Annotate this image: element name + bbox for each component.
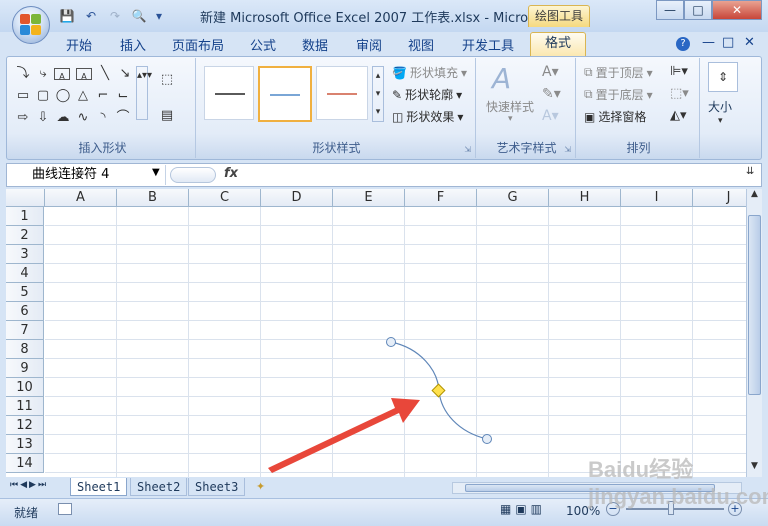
sheet-tab-2[interactable]: Sheet2 — [130, 478, 188, 496]
connector-adjust-handle[interactable] — [431, 383, 446, 398]
zoom-level[interactable]: 100% — [566, 504, 600, 518]
connector-end-handle[interactable] — [482, 434, 492, 444]
sheet-tab-bar: ⏮◀▶⏭ Sheet1 Sheet2 Sheet3 ✦ — [6, 478, 762, 498]
macro-record-icon[interactable] — [58, 503, 72, 515]
horizontal-scrollbar[interactable] — [452, 482, 742, 494]
status-bar: 就绪 ▦▣▥ 100% − + — [0, 498, 768, 526]
zoom-slider-thumb[interactable] — [668, 501, 674, 515]
office-logo-icon — [20, 14, 42, 36]
h-scroll-thumb[interactable] — [465, 484, 715, 492]
view-buttons-icon[interactable]: ▦▣▥ — [500, 502, 546, 516]
sheet-tab-1[interactable]: Sheet1 — [70, 478, 128, 496]
insert-sheet-icon[interactable]: ✦ — [256, 480, 265, 493]
zoom-out-icon[interactable]: − — [606, 502, 620, 516]
sheet-tab-3[interactable]: Sheet3 — [188, 478, 246, 496]
office-button[interactable] — [12, 6, 50, 44]
zoom-slider[interactable] — [626, 508, 724, 510]
status-ready: 就绪 — [14, 506, 39, 520]
drawing-overlay — [268, 337, 492, 473]
red-arrow-annotation — [268, 398, 420, 473]
zoom-in-icon[interactable]: + — [728, 502, 742, 516]
sheet-nav-icon[interactable]: ⏮◀▶⏭ — [10, 480, 48, 490]
connector-start-handle[interactable] — [386, 337, 396, 347]
